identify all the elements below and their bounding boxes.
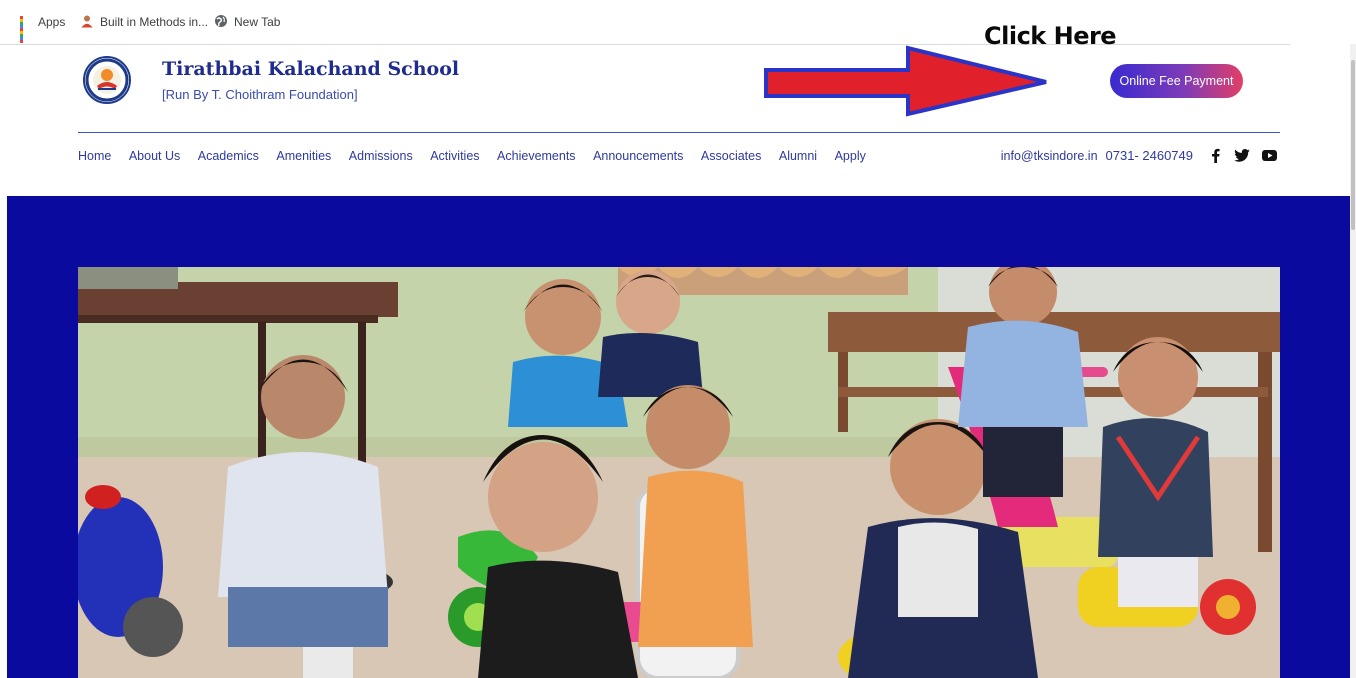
nav-item-activities[interactable]: Activities: [430, 149, 479, 163]
person-icon: [80, 14, 94, 31]
contact-phone[interactable]: 0731- 2460749: [1106, 148, 1193, 163]
nav-item-achievements[interactable]: Achievements: [497, 149, 576, 163]
contact-info: info@tksindore.in 0731- 2460749: [1001, 148, 1277, 163]
nav-item-amenities[interactable]: Amenities: [276, 149, 331, 163]
apps-grid-icon: [20, 16, 32, 43]
bookmark-apps[interactable]: Apps: [20, 13, 66, 43]
header-divider: [78, 132, 1280, 133]
hero-section: [7, 196, 1350, 678]
facebook-icon[interactable]: [1211, 148, 1220, 163]
online-fee-payment-button[interactable]: Online Fee Payment: [1110, 64, 1243, 98]
bookmark-built-in-methods[interactable]: Built in Methods in...: [80, 13, 208, 31]
hero-photo-illustration: [78, 267, 1280, 678]
arrow-annotation-icon: [764, 45, 1047, 117]
nav-item-associates[interactable]: Associates: [701, 149, 761, 163]
page-scrollbar-thumb[interactable]: [1351, 60, 1355, 230]
youtube-icon[interactable]: [1262, 150, 1277, 161]
school-name[interactable]: Tirathbai Kalachand School: [162, 58, 459, 80]
nav-item-about-us[interactable]: About Us: [129, 149, 180, 163]
nav-item-alumni[interactable]: Alumni: [779, 149, 817, 163]
hero-photo-children-playing: [78, 267, 1280, 678]
nav-item-announcements[interactable]: Announcements: [593, 149, 683, 163]
nav-item-admissions[interactable]: Admissions: [349, 149, 413, 163]
bookmark-new-tab[interactable]: New Tab: [214, 13, 280, 31]
nav-item-apply[interactable]: Apply: [835, 149, 866, 163]
bookmark-label: Apps: [38, 15, 66, 29]
nav-item-home[interactable]: Home: [78, 149, 111, 163]
contact-email[interactable]: info@tksindore.in: [1001, 149, 1098, 163]
school-logo[interactable]: [83, 56, 131, 104]
nav-item-academics[interactable]: Academics: [198, 149, 259, 163]
school-subtitle: [Run By T. Choithram Foundation]: [162, 87, 358, 102]
twitter-icon[interactable]: [1234, 149, 1250, 162]
bookmark-label: Built in Methods in...: [100, 15, 209, 29]
globe-icon: [214, 14, 228, 31]
bookmark-label: New Tab: [234, 15, 281, 29]
main-nav: Home About Us Academics Amenities Admiss…: [78, 149, 883, 163]
bookmarks-bar: Apps Built in Methods in... New Tab: [0, 0, 1356, 45]
